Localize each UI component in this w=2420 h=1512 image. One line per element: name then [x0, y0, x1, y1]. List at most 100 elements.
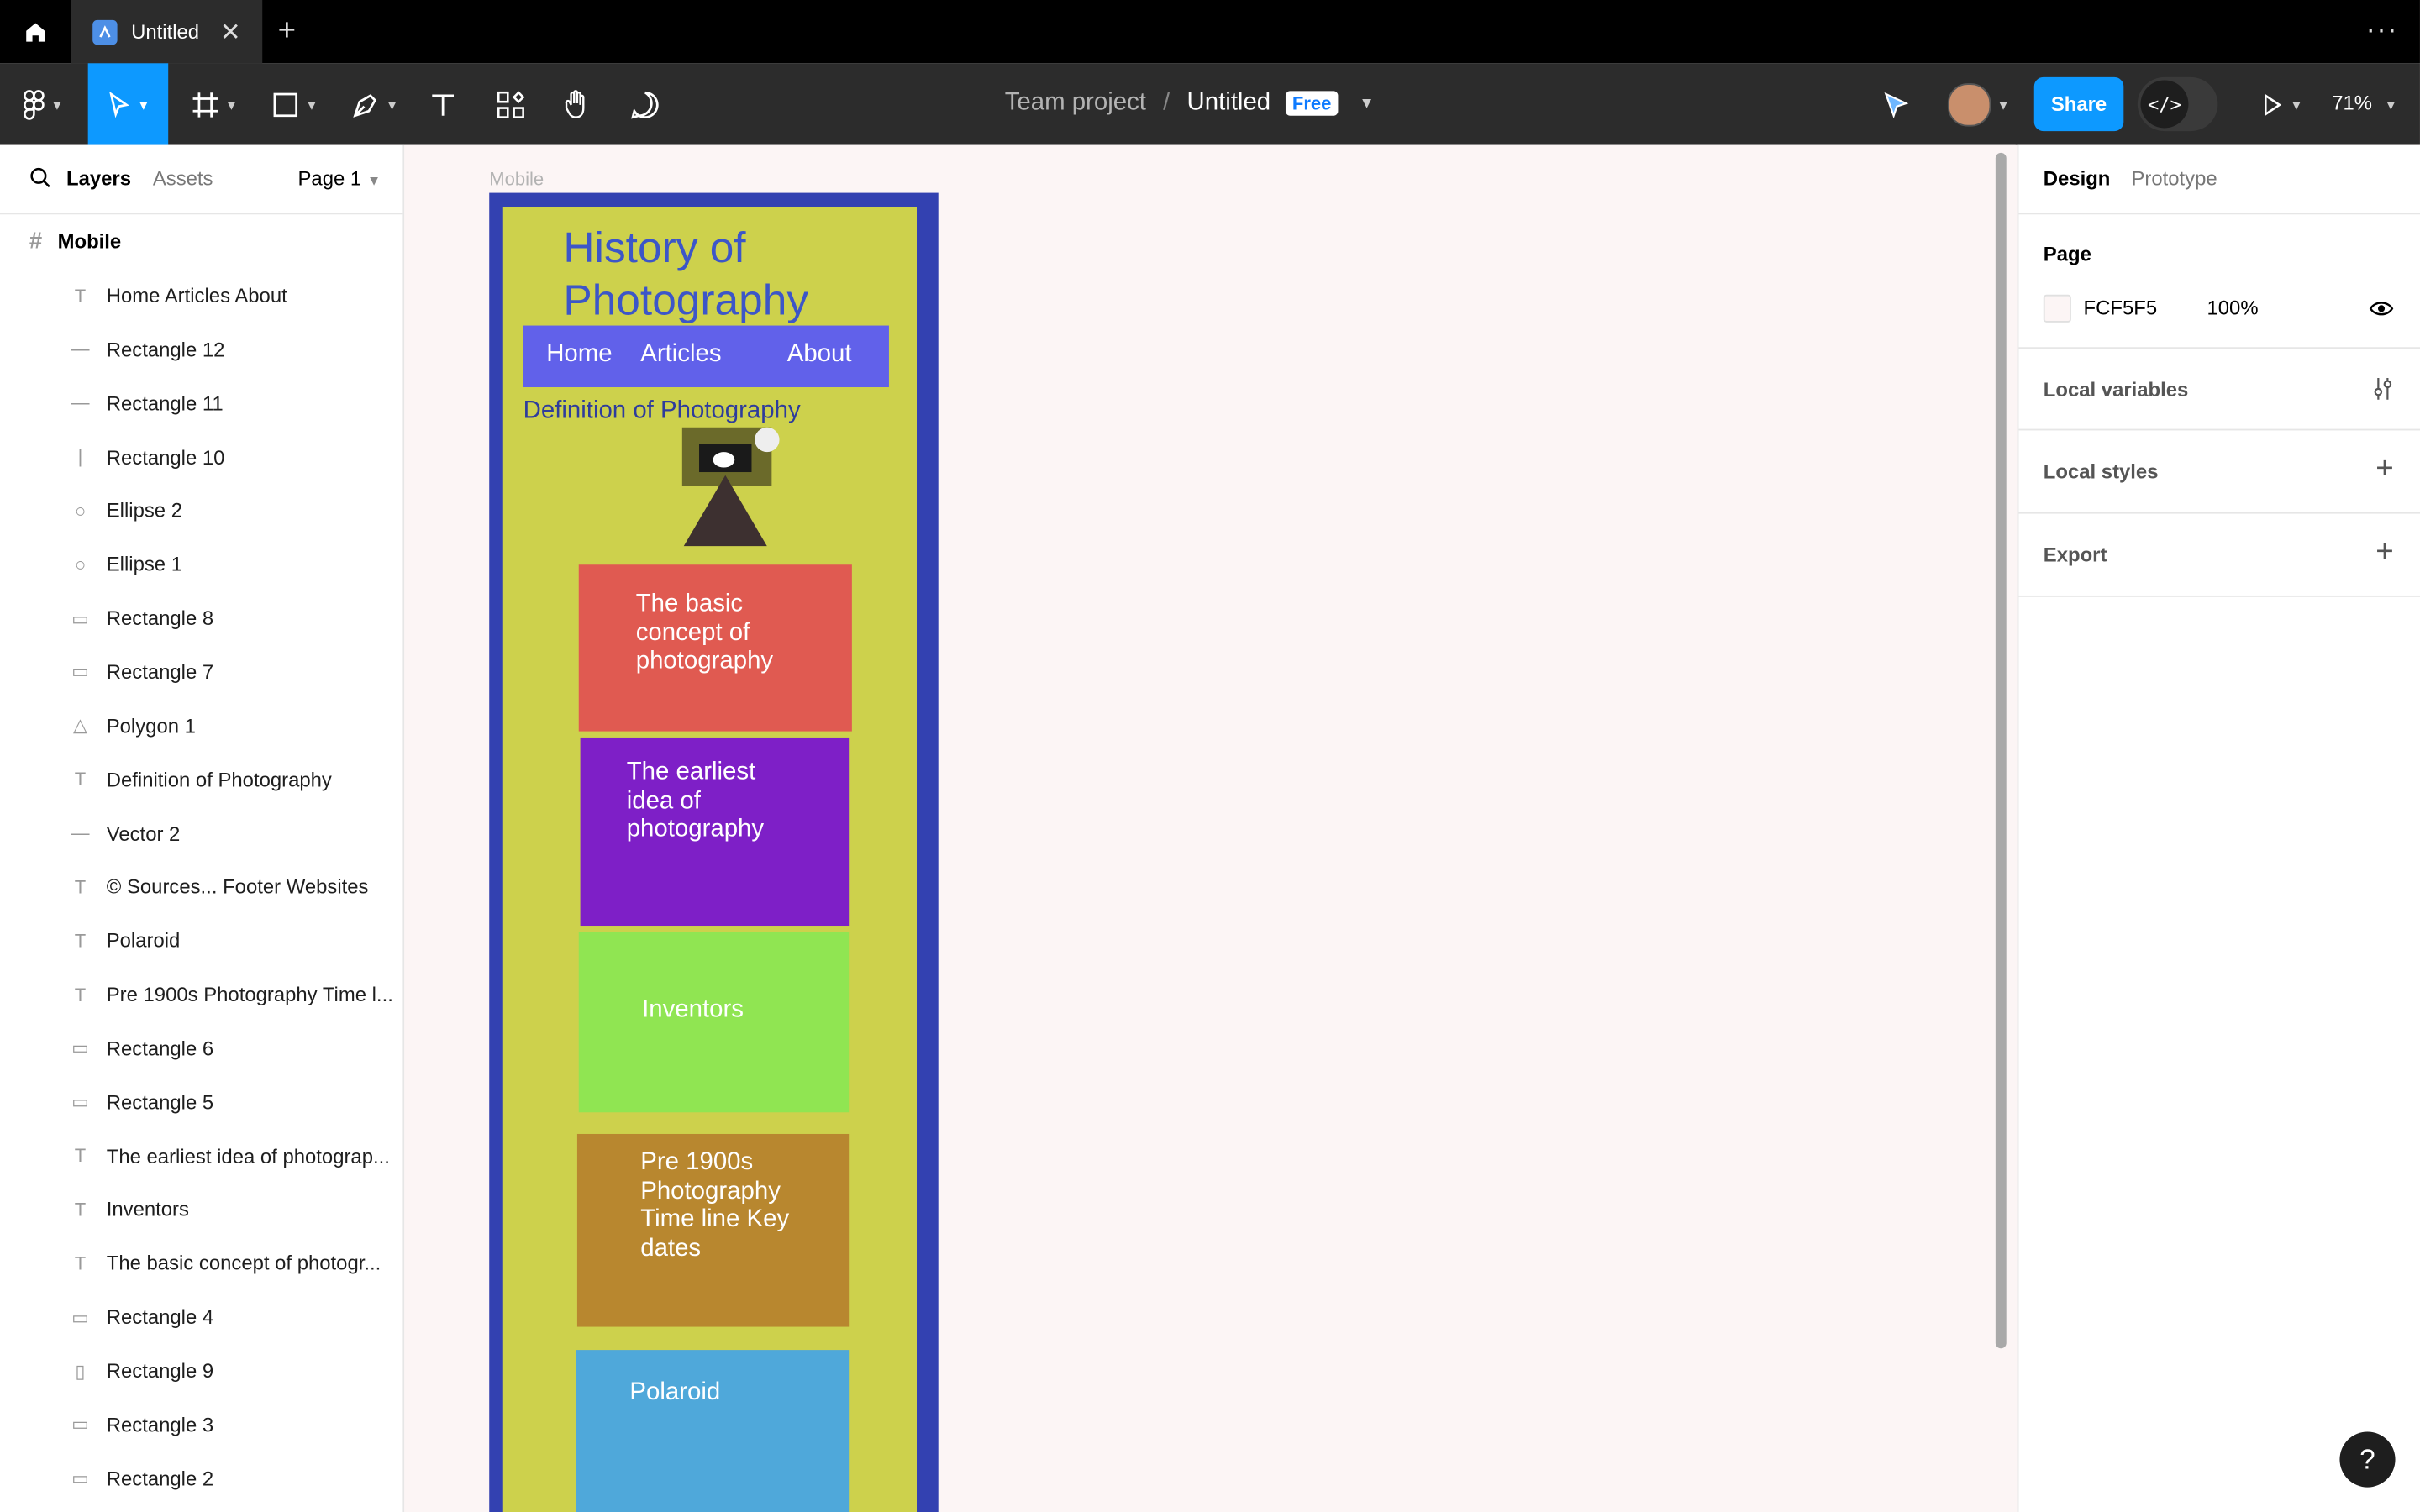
tab-layers[interactable]: Layers	[66, 166, 131, 190]
chevron-down-icon[interactable]: ▼	[1360, 95, 1375, 112]
comment-tool[interactable]	[622, 63, 668, 144]
layer-row[interactable]: — Rectangle 12	[0, 323, 402, 376]
layer-row[interactable]: ▭ Rectangle 2	[0, 1452, 402, 1505]
layer-row[interactable]: T Home Articles About	[0, 269, 402, 323]
resources-icon	[497, 90, 525, 118]
tab-assets[interactable]: Assets	[153, 166, 213, 190]
layer-row[interactable]: T Definition of Photography	[0, 753, 402, 806]
canvas[interactable]: Mobile History of Photography Home Artic…	[404, 144, 2016, 1512]
nav-home[interactable]: Home	[546, 341, 612, 369]
rectangle-icon: ▭	[71, 1467, 89, 1489]
cursor-icon	[1884, 92, 1909, 118]
help-button[interactable]: ?	[2339, 1431, 2396, 1488]
layer-row[interactable]: | Rectangle 10	[0, 430, 402, 484]
local-styles-section[interactable]: Local styles +	[2018, 430, 2420, 514]
properties-panel: Design Prototype Page FCF5F5 100% Local …	[2017, 144, 2420, 1512]
pen-tool[interactable]: ▼	[343, 63, 408, 144]
definition-heading[interactable]: Definition of Photography	[523, 398, 801, 426]
content-card[interactable]: Inventors	[578, 932, 850, 1113]
layer-label: Rectangle 6	[106, 1037, 214, 1060]
share-button[interactable]: Share	[2033, 76, 2124, 132]
nav-articles[interactable]: Articles	[640, 341, 721, 369]
nav-bar[interactable]: Home Articles About	[523, 325, 889, 388]
avatar-button[interactable]: ▼	[1939, 63, 2019, 144]
content-card[interactable]: The basic concept of photography	[578, 564, 852, 732]
multiplayer-cursor-button[interactable]	[1869, 63, 1921, 144]
layer-row[interactable]: T Pre 1900s Photography Time l...	[0, 968, 402, 1021]
file-name[interactable]: Untitled	[1187, 90, 1271, 118]
resources-tool[interactable]	[487, 63, 534, 144]
mobile-frame[interactable]: History of Photography Home Articles Abo…	[489, 192, 939, 1512]
main-menu-button[interactable]: ▼	[0, 63, 87, 144]
local-variables-section[interactable]: Local variables	[2018, 349, 2420, 431]
page-color-value[interactable]: FCF5F5	[2084, 297, 2158, 320]
frame-label[interactable]: Mobile	[489, 168, 544, 190]
mobile-background[interactable]: History of Photography Home Articles Abo…	[502, 207, 917, 1512]
present-button[interactable]: ▼	[2250, 63, 2312, 144]
team-name[interactable]: Team project	[1005, 90, 1146, 118]
add-export-icon[interactable]: +	[2375, 535, 2393, 570]
text-icon: T	[74, 875, 87, 898]
tab-title: Untitled	[131, 19, 200, 44]
move-tool[interactable]: ▼	[87, 63, 169, 145]
layer-row[interactable]: ○ Ellipse 2	[0, 484, 402, 538]
layer-row[interactable]: ○ Ellipse 1	[0, 538, 402, 591]
figma-app: Untitled ✕ + ··· ▼ ▼ ▼ ▼ ▼ Team project …	[0, 0, 2420, 1512]
add-style-icon[interactable]: +	[2375, 452, 2393, 487]
rectangle-icon: ▭	[71, 606, 89, 629]
search-icon[interactable]	[29, 166, 51, 188]
layer-row[interactable]: T The basic concept of photogr...	[0, 1236, 402, 1290]
camera-lens	[713, 452, 735, 468]
layer-label: Rectangle 2	[106, 1467, 214, 1490]
plan-badge[interactable]: Free	[1286, 91, 1338, 116]
page-color-swatch[interactable]	[2043, 294, 2071, 323]
nav-about[interactable]: About	[787, 341, 852, 369]
site-title[interactable]: History of Photography	[563, 222, 871, 327]
canvas-scrollbar[interactable]	[1995, 152, 2007, 1349]
ellipse-icon: ○	[74, 499, 87, 522]
frame-tool[interactable]: ▼	[182, 63, 247, 144]
page-selector[interactable]: Page 1 ▼	[297, 166, 381, 190]
dev-mode-toggle[interactable]: </>	[2137, 76, 2218, 132]
variables-settings-icon[interactable]	[2372, 376, 2394, 401]
layer-row[interactable]: ▭ Rectangle 6	[0, 1021, 402, 1075]
home-button[interactable]	[0, 0, 70, 63]
layer-row[interactable]: ▭ Rectangle 3	[0, 1398, 402, 1452]
layer-row[interactable]: T The earliest idea of photograp...	[0, 1129, 402, 1183]
eye-icon[interactable]	[2369, 299, 2394, 318]
hand-tool[interactable]	[554, 63, 600, 144]
content-card[interactable]: Pre 1900s Photography Time line Key date…	[576, 1133, 850, 1327]
export-title: Export	[2043, 543, 2107, 567]
layer-row[interactable]: △ Polygon 1	[0, 699, 402, 753]
text-tool[interactable]	[420, 63, 466, 144]
close-tab-icon[interactable]: ✕	[220, 17, 241, 48]
layer-row[interactable]: — Vector 2	[0, 806, 402, 860]
layer-row[interactable]: ▭ Rectangle 4	[0, 1290, 402, 1344]
shape-tool[interactable]: ▼	[262, 63, 327, 144]
page-section: Page FCF5F5 100%	[2018, 214, 2420, 349]
layer-row[interactable]: ▭ Rectangle 5	[0, 1075, 402, 1129]
content-card[interactable]: The earliest idea of photography	[580, 737, 850, 927]
card-text: The basic concept of photography	[635, 591, 774, 675]
content-card[interactable]: Polaroid	[576, 1350, 850, 1512]
layer-row[interactable]: T Polaroid	[0, 914, 402, 968]
tab-prototype[interactable]: Prototype	[2131, 166, 2217, 190]
camera-illustration[interactable]	[681, 423, 789, 547]
layer-frame-mobile[interactable]: # Mobile	[0, 214, 402, 268]
rectangle-icon: ▭	[71, 1091, 89, 1113]
new-tab-button[interactable]: +	[278, 14, 296, 50]
layer-row[interactable]: ▭ Rectangle 8	[0, 591, 402, 645]
text-icon: T	[74, 1199, 87, 1221]
layers-panel: Layers Assets Page 1 ▼ # Mobile T Home Ar…	[0, 144, 405, 1512]
file-tab[interactable]: Untitled ✕	[71, 0, 263, 64]
layer-row[interactable]: ▭ Rectangle 7	[0, 645, 402, 699]
page-opacity-value[interactable]: 100%	[2207, 297, 2258, 320]
layer-row[interactable]: — Rectangle 11	[0, 376, 402, 430]
export-section[interactable]: Export +	[2018, 514, 2420, 597]
layer-row[interactable]: T © Sources... Footer Websites	[0, 860, 402, 914]
layer-row[interactable]: T Inventors	[0, 1183, 402, 1236]
tab-design[interactable]: Design	[2044, 166, 2111, 190]
layer-row[interactable]: ▯ Rectangle 9	[0, 1344, 402, 1398]
zoom-level[interactable]: 71% ▼	[2332, 91, 2397, 114]
more-options-icon[interactable]: ···	[2366, 14, 2399, 47]
